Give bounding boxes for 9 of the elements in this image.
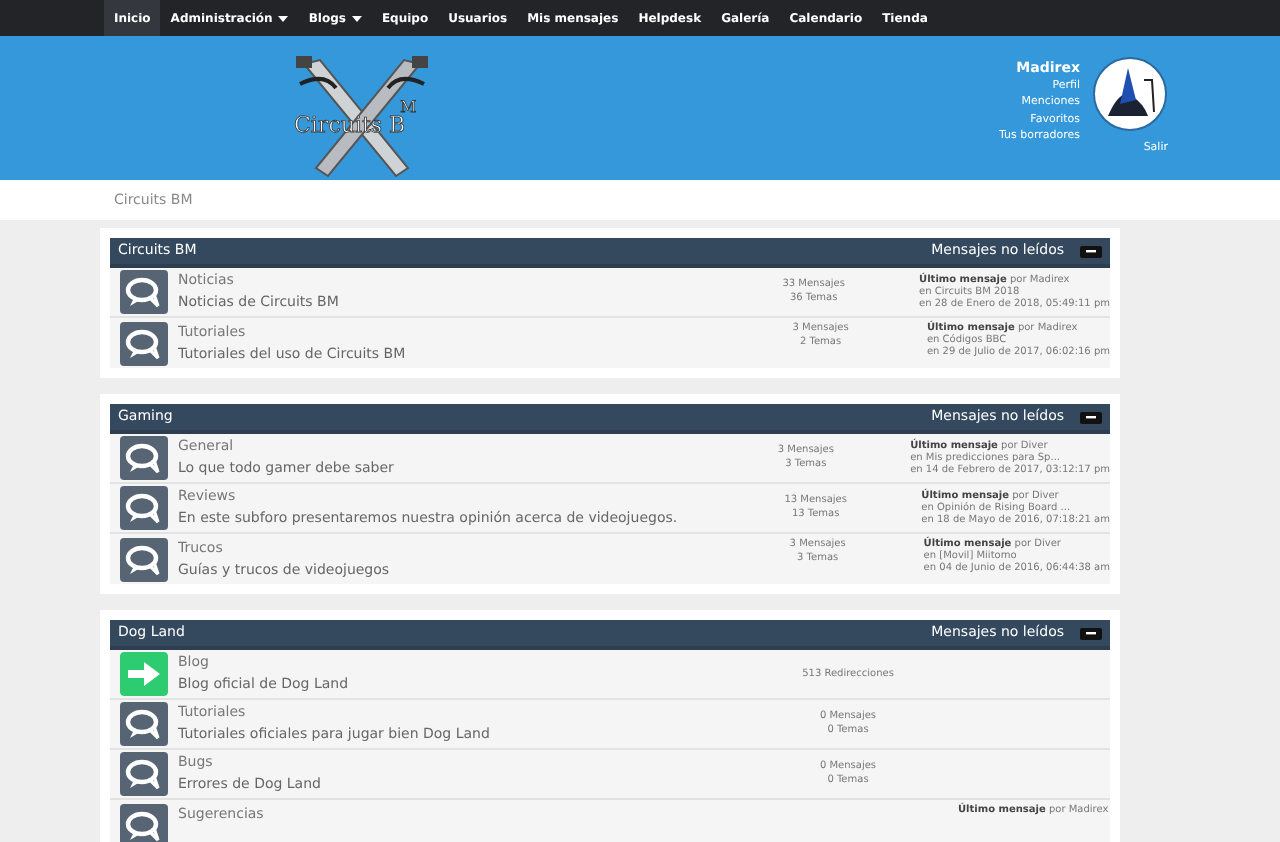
caret-icon [278,15,289,21]
caret-icon [351,15,362,21]
minus-icon [1086,631,1096,635]
avatar [1092,56,1168,132]
collapse-button[interactable] [1080,627,1102,639]
minus-icon [1086,249,1096,253]
collapse-button[interactable] [1080,245,1102,257]
collapse-button[interactable] [1080,411,1102,423]
minus-icon [1086,415,1096,419]
